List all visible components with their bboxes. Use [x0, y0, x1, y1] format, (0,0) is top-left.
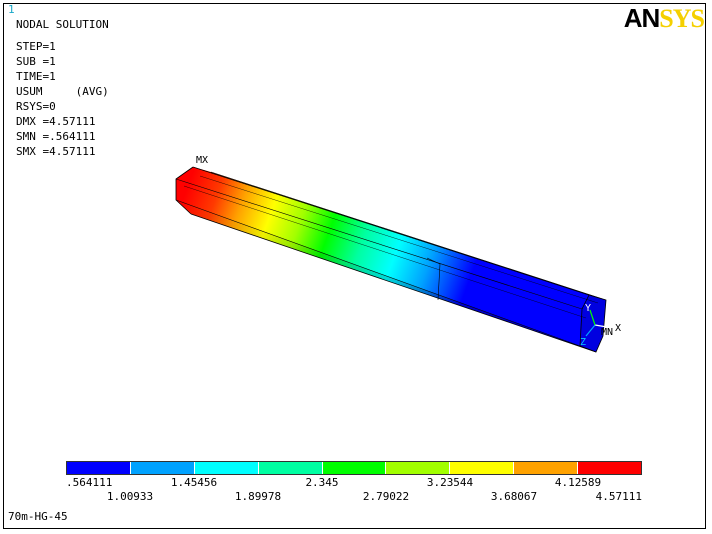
legend-band-3 [194, 462, 259, 474]
jobname: 70m-HG-45 [8, 510, 68, 523]
beam-model [175, 166, 607, 353]
legend-band-7 [450, 462, 515, 474]
legend-tick-label: 3.23544 [426, 476, 474, 489]
triad-z-label: Z [580, 337, 586, 348]
legend-band-5 [322, 462, 387, 474]
legend-band-4 [258, 462, 323, 474]
model-viewport[interactable]: MX X Y Z MN [0, 0, 712, 534]
legend-tick-label: 1.00933 [106, 490, 154, 503]
max-label: MX [196, 155, 208, 166]
legend-tick-label: 1.89978 [234, 490, 282, 503]
legend-tick-label: 4.57111 [595, 490, 642, 503]
legend-tick-label: 1.45456 [170, 476, 218, 489]
legend-tick-label: .564111 [66, 476, 113, 489]
legend-band-9 [578, 462, 642, 474]
legend-tick-label: 2.345 [305, 476, 339, 489]
legend-tick-label: 3.68067 [490, 490, 538, 503]
legend-band-2 [130, 462, 195, 474]
min-label: MN [601, 327, 613, 338]
triad-y-label: Y [585, 303, 591, 314]
legend-band-6 [386, 462, 451, 474]
triad-x-label: X [615, 323, 621, 334]
legend-tick-label: 2.79022 [362, 490, 410, 503]
legend-band-1 [67, 462, 131, 474]
legend-band-8 [514, 462, 579, 474]
beam-front-facet [176, 179, 582, 346]
legend-tick-label: 4.12589 [554, 476, 602, 489]
contour-legend-bar [66, 461, 642, 475]
